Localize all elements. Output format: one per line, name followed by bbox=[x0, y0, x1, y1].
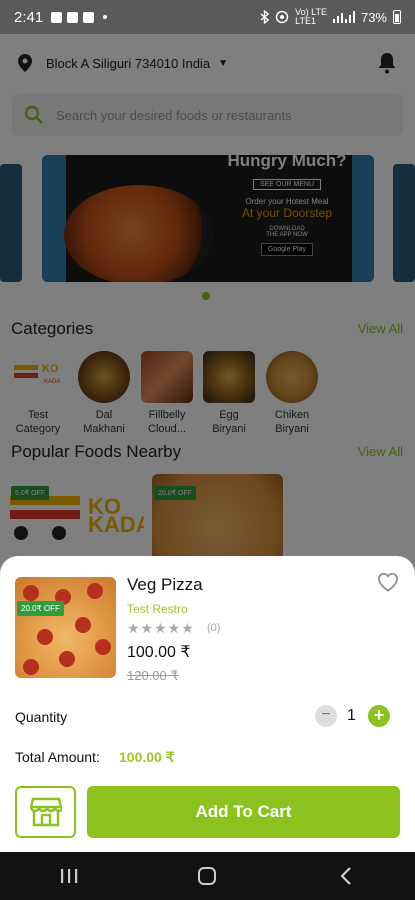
status-time: 2:41 bbox=[14, 8, 44, 26]
signal-icon bbox=[332, 11, 355, 23]
hotspot-icon bbox=[275, 10, 289, 24]
bike-icon bbox=[83, 11, 95, 23]
rating-count: (0) bbox=[207, 622, 221, 634]
status-bar: 2:41 Vo) LTE LTE1 73% bbox=[0, 0, 415, 34]
battery-percent: 73% bbox=[360, 9, 387, 25]
home-icon bbox=[198, 867, 217, 885]
back-icon bbox=[340, 867, 351, 885]
bluetooth-icon bbox=[260, 10, 270, 24]
system-icons: Vo) LTE LTE1 73% bbox=[260, 8, 401, 26]
quantity-decrease-button[interactable]: − bbox=[315, 705, 337, 727]
bag-icon bbox=[67, 11, 79, 23]
quantity-label: Quantity bbox=[15, 709, 68, 725]
quantity-value: 1 bbox=[347, 707, 356, 724]
total-amount-value: 100.00 ₹ bbox=[119, 749, 175, 765]
store-icon bbox=[29, 797, 62, 827]
product-original-price: 120.00 ₹ bbox=[127, 668, 179, 683]
more-notifications-icon bbox=[103, 15, 108, 19]
restaurant-name[interactable]: Test Restro bbox=[127, 602, 188, 616]
network-type: Vo) LTE LTE1 bbox=[295, 7, 327, 26]
quantity-increase-button[interactable]: + bbox=[368, 705, 390, 727]
heart-icon[interactable] bbox=[377, 572, 399, 592]
product-image: 20.0₹ OFF bbox=[15, 577, 116, 678]
product-discount-badge: 20.0₹ OFF bbox=[17, 601, 64, 616]
notification-icons bbox=[51, 11, 108, 23]
product-name: Veg Pizza bbox=[127, 575, 203, 594]
product-price: 100.00 ₹ bbox=[127, 644, 191, 661]
recent-apps-button[interactable] bbox=[49, 861, 89, 891]
restaurant-store-button[interactable] bbox=[15, 786, 76, 838]
home-button[interactable] bbox=[187, 861, 227, 891]
add-to-cart-button[interactable]: Add To Cart bbox=[87, 786, 400, 838]
total-amount-label: Total Amount: bbox=[15, 749, 100, 765]
star-rating: ★★★★★ bbox=[127, 620, 195, 636]
battery-icon bbox=[393, 10, 401, 24]
gallery-icon bbox=[51, 11, 63, 23]
back-button[interactable] bbox=[326, 861, 366, 891]
product-bottom-sheet: 20.0₹ OFF Veg Pizza Test Restro ★★★★★ (0… bbox=[0, 556, 415, 852]
system-nav-bar bbox=[0, 852, 415, 900]
recent-apps-icon bbox=[61, 869, 78, 883]
